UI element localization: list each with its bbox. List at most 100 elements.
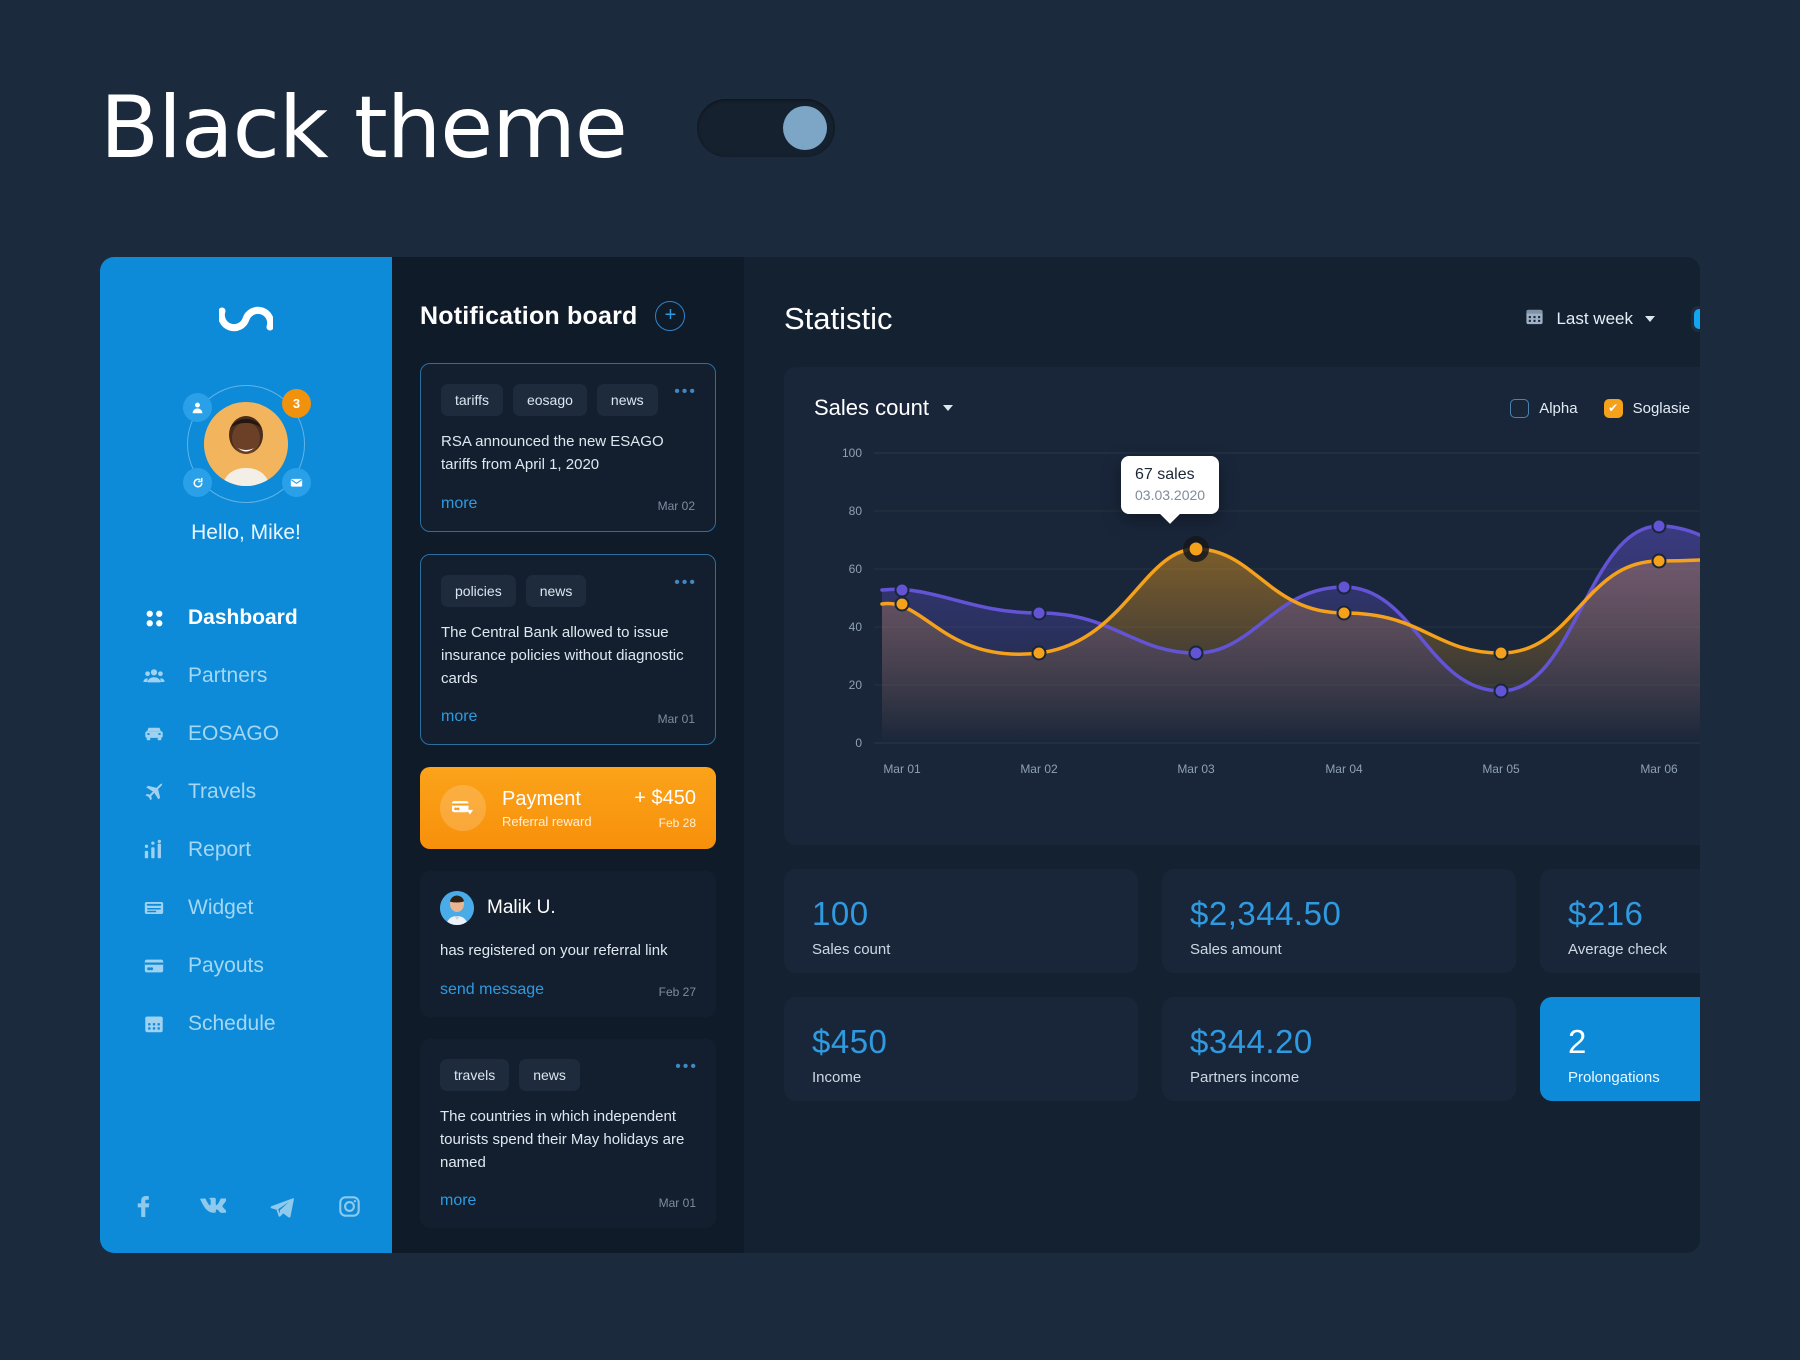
tag[interactable]: policies xyxy=(441,574,516,607)
tag-list: travels news xyxy=(440,1058,696,1091)
sidebar-item-partners[interactable]: Partners xyxy=(100,647,392,705)
sidebar-item-payouts[interactable]: Payouts xyxy=(100,937,392,995)
tag[interactable]: eosago xyxy=(512,384,587,416)
card-menu-icon[interactable]: ••• xyxy=(674,384,697,400)
theme-toggle[interactable] xyxy=(696,99,835,157)
badge-mail-icon[interactable] xyxy=(282,468,311,497)
tag[interactable]: travels xyxy=(440,1058,510,1091)
chart-title: Sales count xyxy=(814,395,929,420)
sidebar-item-dashboard[interactable]: Dashboard xyxy=(100,589,392,647)
chart-active-point-dot xyxy=(1189,542,1203,556)
badge-profile-icon[interactable] xyxy=(183,393,212,422)
notification-card[interactable]: ••• travels news The countries in which … xyxy=(420,1038,716,1229)
checkbox-unchecked-icon[interactable] xyxy=(1510,398,1530,418)
svg-text:Mar 05: Mar 05 xyxy=(1482,762,1520,776)
chart-svg: 100 80 60 40 20 0 Mar 01 Mar 02 Mar 03 M… xyxy=(842,446,1700,776)
stat-card-sales-amount[interactable]: $2,344.50 Sales amount xyxy=(1162,869,1516,973)
card-footer: send message Feb 27 xyxy=(440,981,696,999)
svg-text:Mar 01: Mar 01 xyxy=(883,762,921,776)
stat-card-income[interactable]: $450 Income xyxy=(784,997,1138,1101)
instagram-icon[interactable] xyxy=(338,1195,361,1219)
chart-metric-selector[interactable]: Sales count xyxy=(814,395,953,421)
combine-graphics-toggle[interactable] xyxy=(1690,306,1700,332)
card-text: The countries in which independent touri… xyxy=(440,1107,685,1172)
card-date: Feb 27 xyxy=(658,984,696,999)
svg-text:Mar 03: Mar 03 xyxy=(1177,762,1215,776)
stat-card-partners-income[interactable]: $344.20 Partners income xyxy=(1162,997,1516,1101)
payment-card[interactable]: Payment Referral reward + $450 Feb 28 xyxy=(420,767,716,850)
sidebar-item-schedule[interactable]: Schedule xyxy=(100,995,392,1053)
sidebar-item-label: Dashboard xyxy=(188,606,298,629)
avatar[interactable]: 3 xyxy=(183,385,311,503)
chart-plot: 100 80 60 40 20 0 Mar 01 Mar 02 Mar 03 M… xyxy=(814,439,1700,789)
tag[interactable]: news xyxy=(596,384,658,416)
more-link[interactable]: more xyxy=(441,708,477,726)
stat-value: $2,344.50 xyxy=(1190,895,1342,932)
payment-date: Feb 28 xyxy=(658,815,696,830)
notification-board-header: Notification board + xyxy=(420,301,716,331)
svg-text:60: 60 xyxy=(849,562,863,576)
payment-card-icon xyxy=(440,785,486,832)
stat-card-sales-count[interactable]: 100 Sales count xyxy=(784,869,1138,973)
period-label: Last week xyxy=(1556,309,1633,328)
sidebar-item-travels[interactable]: Travels xyxy=(100,763,392,821)
chevron-down-icon xyxy=(1644,316,1655,322)
people-icon xyxy=(142,664,166,688)
legend-item-alpha[interactable]: Alpha xyxy=(1510,398,1578,418)
stat-value: 100 xyxy=(812,895,869,932)
stat-label: Average check xyxy=(1568,941,1667,958)
vk-icon[interactable] xyxy=(199,1195,226,1219)
payment-amount: + $450 xyxy=(634,786,696,809)
sidebar-item-eosago[interactable]: EOSAGO xyxy=(100,705,392,763)
chart-x-axis: Mar 01 Mar 02 Mar 03 Mar 04 Mar 05 Mar 0… xyxy=(883,762,1678,776)
more-link[interactable]: more xyxy=(440,1192,476,1210)
user-avatar xyxy=(440,891,474,926)
payment-card-body: Payment Referral reward xyxy=(502,788,618,829)
checkbox-checked-icon[interactable]: ✔ xyxy=(1603,398,1623,418)
svg-text:Mar 06: Mar 06 xyxy=(1640,762,1678,776)
add-notification-button[interactable]: + xyxy=(655,301,686,331)
badge-refresh-icon[interactable] xyxy=(183,468,212,497)
facebook-icon[interactable] xyxy=(132,1195,155,1219)
stat-label: Partners income xyxy=(1190,1069,1300,1086)
card-text: has registered on your referral link xyxy=(440,942,668,960)
sidebar-item-widget[interactable]: Widget xyxy=(100,879,392,937)
payment-title: Payment xyxy=(502,787,581,810)
chart-tooltip: 67 sales 03.03.2020 xyxy=(1121,456,1220,524)
notification-card-user[interactable]: Malik U. has registered on your referral… xyxy=(420,871,716,1017)
payment-subtitle: Referral reward xyxy=(502,813,592,829)
card-menu-icon[interactable]: ••• xyxy=(675,1058,698,1075)
chart-icon xyxy=(142,838,166,862)
sidebar: 3 Hello, Mike! Dashboard Partners EOSAGO… xyxy=(100,257,392,1253)
telegram-icon[interactable] xyxy=(270,1195,294,1219)
sidebar-item-report[interactable]: Report xyxy=(100,821,392,879)
svg-text:20: 20 xyxy=(849,678,863,692)
badge-notification-count[interactable]: 3 xyxy=(282,389,311,418)
send-message-link[interactable]: send message xyxy=(440,981,544,999)
notification-card[interactable]: ••• policies news The Central Bank allow… xyxy=(420,553,716,746)
chart-card: Sales count Alpha ✔ Soglasie 100 80 60 4… xyxy=(784,367,1700,845)
more-link[interactable]: more xyxy=(441,495,477,513)
sidebar-item-label: Payouts xyxy=(188,954,264,977)
svg-text:Mar 04: Mar 04 xyxy=(1325,762,1363,776)
tag[interactable]: tariffs xyxy=(441,384,503,416)
stat-card-prolongations[interactable]: 2 Prolongations xyxy=(1540,997,1700,1101)
stat-label: Sales count xyxy=(812,941,891,958)
legend-item-soglasie[interactable]: ✔ Soglasie xyxy=(1603,398,1690,418)
tag[interactable]: news xyxy=(519,1058,580,1091)
sidebar-item-label: Report xyxy=(188,838,252,861)
tag-list: policies news xyxy=(441,574,695,607)
period-selector[interactable]: Last week xyxy=(1525,307,1655,331)
card-text: The Central Bank allowed to issue insura… xyxy=(441,623,684,688)
card-menu-icon[interactable]: ••• xyxy=(674,574,697,591)
page-title: Black theme xyxy=(100,78,628,178)
tag[interactable]: news xyxy=(525,574,587,607)
stat-card-average-check[interactable]: $216 Average check xyxy=(1540,869,1700,973)
notification-board: Notification board + ••• tariffs eosago … xyxy=(392,257,744,1253)
card-footer: more Mar 02 xyxy=(441,495,695,513)
sidebar-item-label: Widget xyxy=(188,896,254,919)
tag-list: tariffs eosago news xyxy=(441,384,695,416)
user-name: Malik U. xyxy=(487,897,556,919)
notification-card[interactable]: ••• tariffs eosago news RSA announced th… xyxy=(420,363,716,532)
brand-logo-icon[interactable] xyxy=(217,299,275,339)
